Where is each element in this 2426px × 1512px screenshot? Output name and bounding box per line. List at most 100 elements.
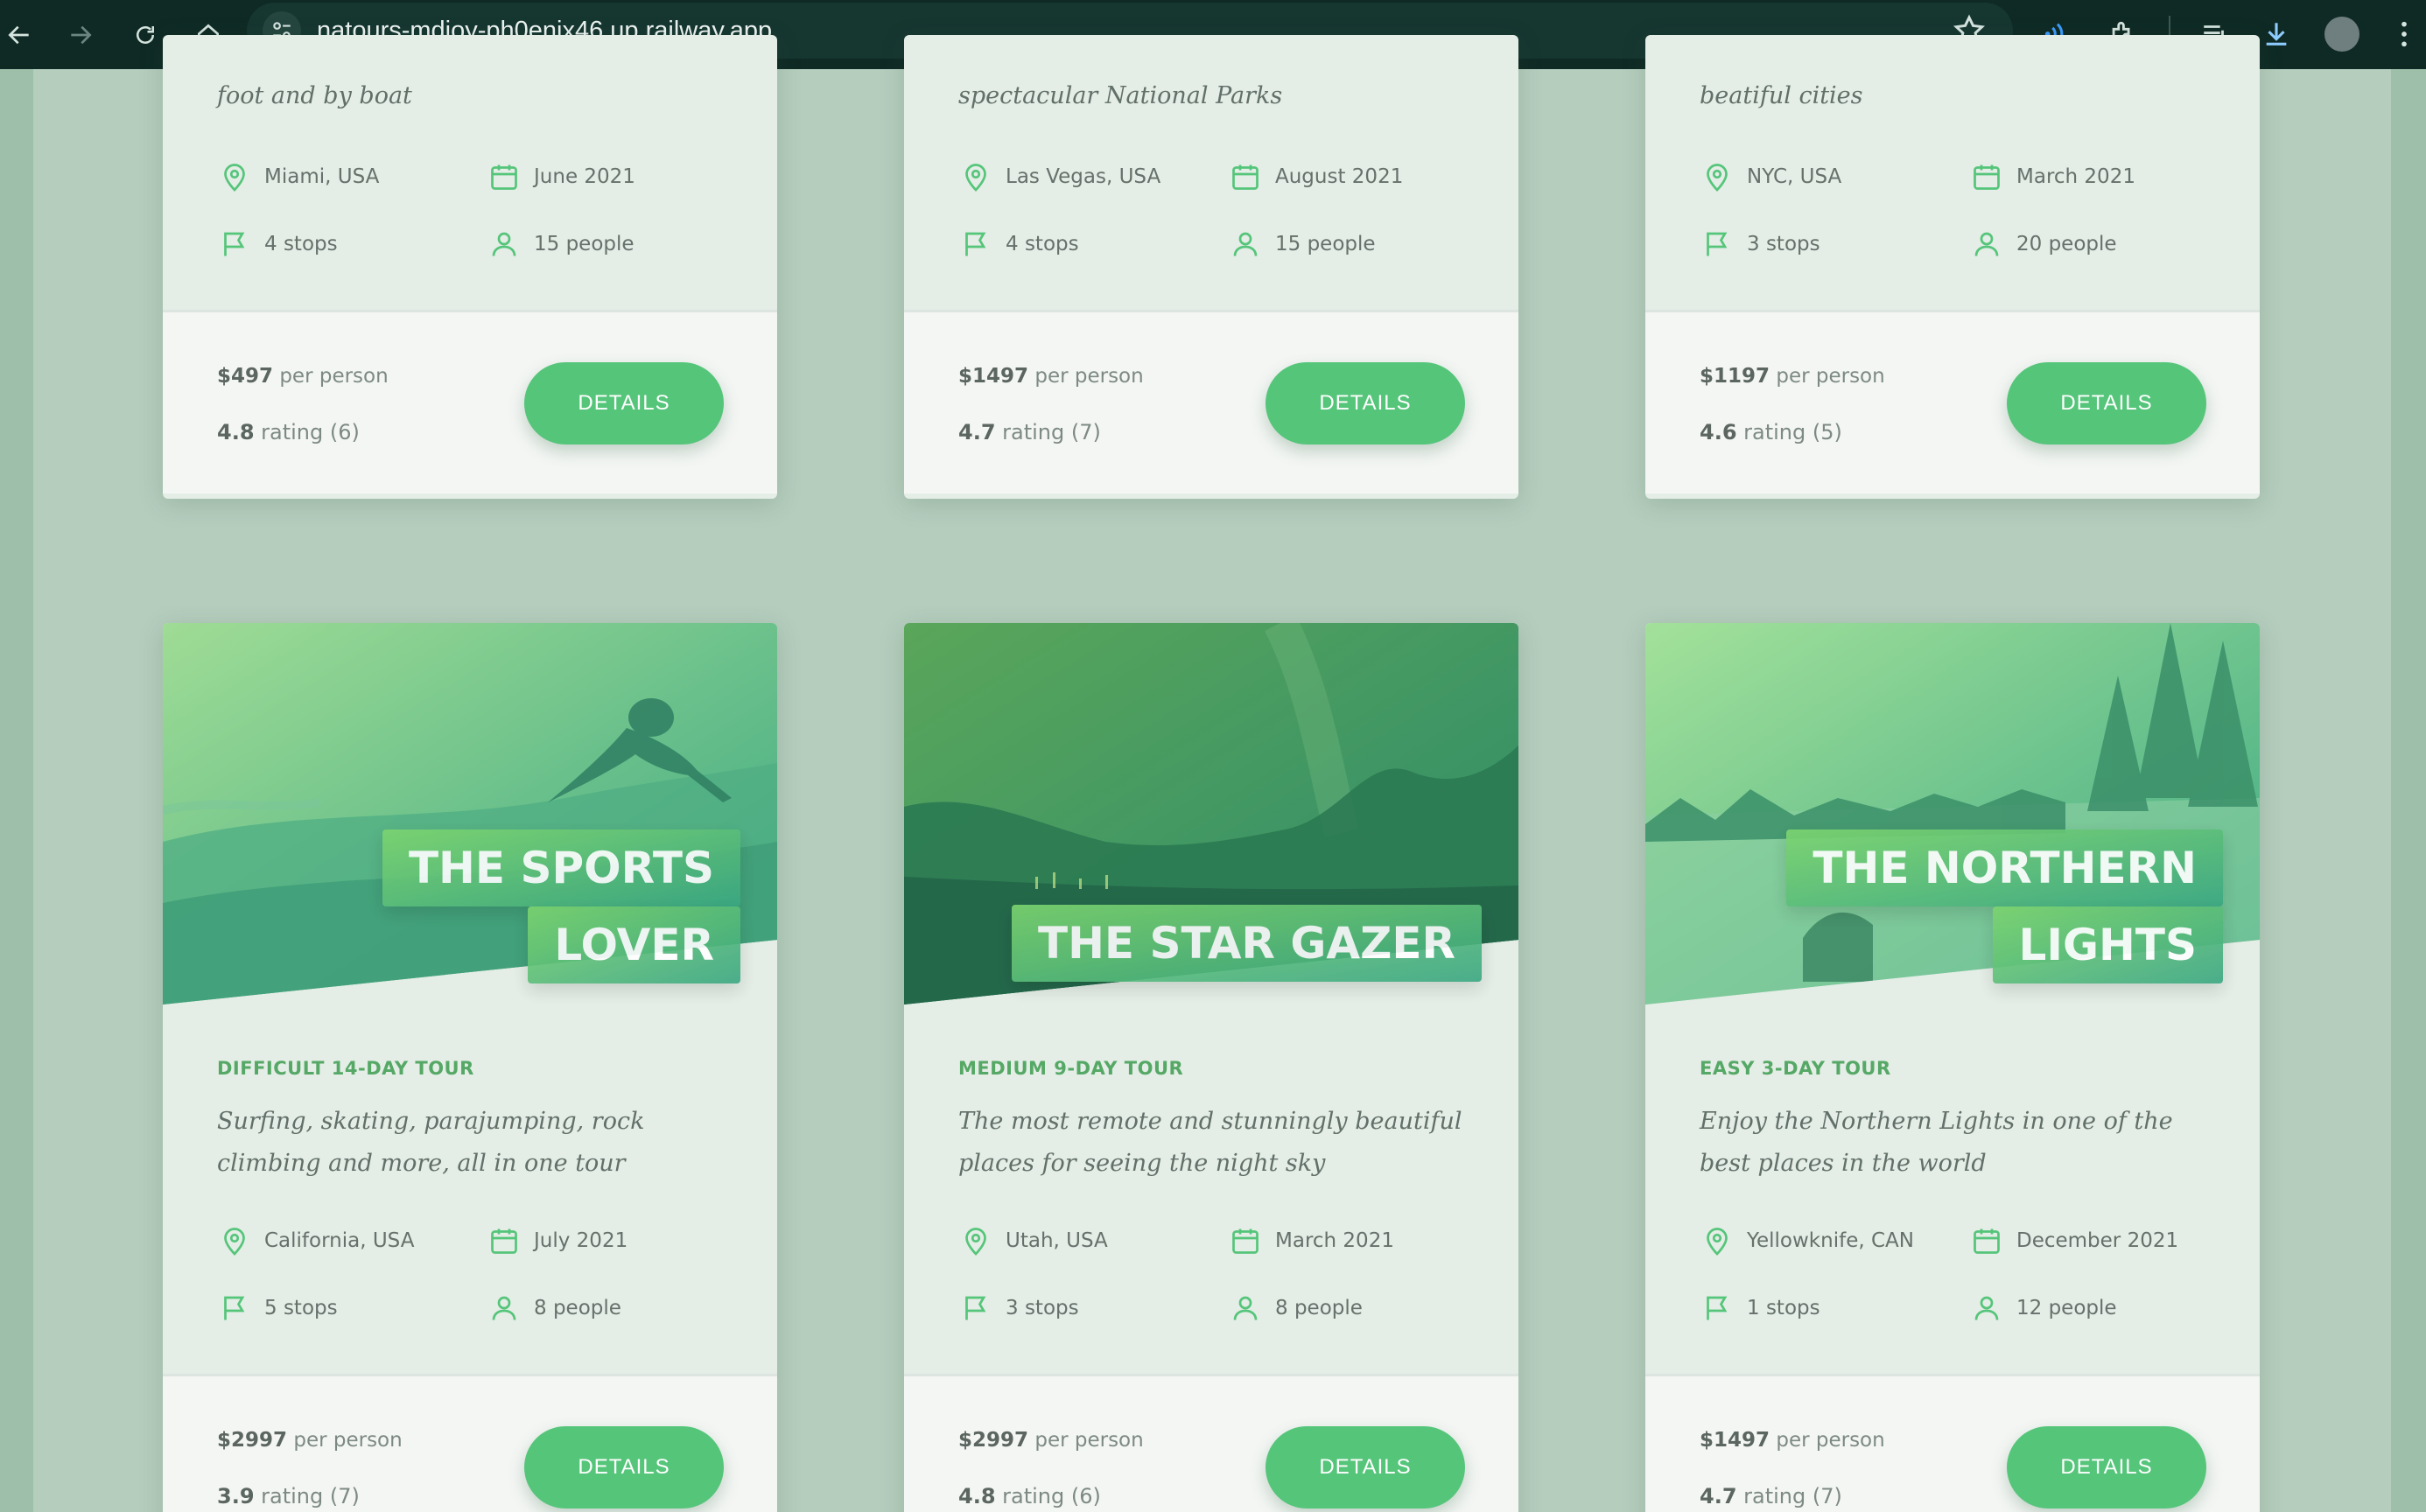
tour-date-text: December 2021 bbox=[2016, 1229, 2179, 1252]
tour-location-text: Utah, USA bbox=[1006, 1229, 1108, 1252]
rating-count: rating (7) bbox=[261, 1484, 360, 1508]
tour-location-text: NYC, USA bbox=[1747, 165, 1842, 188]
tour-rating: 4.8 rating (6) bbox=[958, 1484, 1101, 1508]
tour-title-line1: THE STAR GAZER bbox=[1011, 905, 1482, 982]
tour-date: August 2021 bbox=[1228, 159, 1403, 194]
price-unit: per person bbox=[1776, 1429, 1885, 1452]
tour-people-text: 15 people bbox=[1275, 233, 1376, 256]
tour-location: California, USA bbox=[217, 1223, 414, 1258]
tour-stops: 3 stops bbox=[958, 1291, 1079, 1326]
rating-count: rating (5) bbox=[1743, 420, 1842, 444]
page-edge-left bbox=[0, 69, 33, 1512]
map-pin-icon bbox=[217, 159, 252, 194]
tour-location-text: Yellowknife, CAN bbox=[1747, 1229, 1914, 1252]
tour-title-line1: THE NORTHERN bbox=[1786, 830, 2223, 906]
tour-location-text: Miami, USA bbox=[264, 165, 380, 188]
rating-count: rating (6) bbox=[1002, 1484, 1101, 1508]
card-footer: $1497 per person 4.7 rating (7) DETAILS bbox=[1645, 1374, 2260, 1512]
price-unit: per person bbox=[279, 365, 389, 388]
map-pin-icon bbox=[958, 1223, 993, 1258]
tour-stops: 3 stops bbox=[1700, 227, 1820, 262]
user-icon bbox=[1969, 227, 2004, 262]
tour-location: NYC, USA bbox=[1700, 159, 1841, 194]
details-button[interactable]: DETAILS bbox=[1266, 1426, 1465, 1508]
tour-card: THE STAR GAZER MEDIUM 9-DAY TOUR The mos… bbox=[904, 623, 1518, 1512]
flag-icon bbox=[1700, 1291, 1735, 1326]
tour-stops-text: 1 stops bbox=[1747, 1297, 1820, 1320]
card-footer: $2997 per person 3.9 rating (7) DETAILS bbox=[163, 1374, 777, 1512]
price-value: $1197 bbox=[1700, 365, 1770, 388]
tour-summary: Enjoy the Northern Lights in one of the … bbox=[1700, 1108, 2173, 1177]
tour-date-text: July 2021 bbox=[534, 1229, 628, 1252]
user-icon bbox=[1228, 1291, 1263, 1326]
back-icon[interactable] bbox=[0, 10, 44, 60]
tour-date-text: June 2021 bbox=[534, 165, 635, 188]
calendar-icon bbox=[1969, 159, 2004, 194]
tour-title-line2: LOVER bbox=[528, 906, 740, 984]
tour-location: Las Vegas, USA bbox=[958, 159, 1160, 194]
calendar-icon bbox=[487, 1223, 522, 1258]
tour-people-text: 8 people bbox=[1275, 1297, 1363, 1320]
calendar-icon bbox=[1228, 1223, 1263, 1258]
tour-people-text: 12 people bbox=[2016, 1297, 2117, 1320]
tour-location: Miami, USA bbox=[217, 159, 379, 194]
map-pin-icon bbox=[958, 159, 993, 194]
tour-rating: 4.8 rating (6) bbox=[217, 420, 360, 444]
tour-price: $2997 per person bbox=[958, 1429, 1144, 1452]
tour-location: Utah, USA bbox=[958, 1223, 1108, 1258]
user-icon bbox=[1228, 227, 1263, 262]
rating-count: rating (7) bbox=[1002, 420, 1101, 444]
tour-stops-text: 4 stops bbox=[264, 233, 338, 256]
profile-avatar[interactable] bbox=[2324, 17, 2359, 52]
tour-price: $1497 per person bbox=[1700, 1429, 1885, 1452]
tour-title: THE STAR GAZER bbox=[1011, 905, 1482, 982]
tour-rating: 4.7 rating (7) bbox=[1700, 1484, 1842, 1508]
forward-icon[interactable] bbox=[56, 10, 105, 60]
price-unit: per person bbox=[1776, 365, 1885, 388]
tour-stops: 4 stops bbox=[217, 227, 338, 262]
tour-title: THE SPORTS LOVER bbox=[382, 830, 740, 984]
tour-difficulty: DIFFICULT 14-DAY TOUR bbox=[217, 1058, 474, 1079]
tour-people: 20 people bbox=[1969, 227, 2117, 262]
flag-icon bbox=[217, 227, 252, 262]
rating-value: 4.6 bbox=[1700, 420, 1737, 444]
tour-card: beatiful cities NYC, USA March 2021 3 st… bbox=[1645, 35, 2260, 499]
details-button[interactable]: DETAILS bbox=[2007, 362, 2206, 444]
calendar-icon bbox=[1969, 1223, 2004, 1258]
tour-people-text: 20 people bbox=[2016, 233, 2117, 256]
tour-stops-text: 5 stops bbox=[264, 1297, 338, 1320]
details-button[interactable]: DETAILS bbox=[524, 362, 724, 444]
price-value: $2997 bbox=[217, 1429, 288, 1452]
details-button[interactable]: DETAILS bbox=[524, 1426, 724, 1508]
tour-summary: Surfing, skating, parajumping, rock clim… bbox=[217, 1108, 645, 1177]
card-footer: $497 per person 4.8 rating (6) DETAILS bbox=[163, 310, 777, 494]
map-pin-icon bbox=[1700, 159, 1735, 194]
download-icon[interactable] bbox=[2254, 12, 2298, 56]
tour-location-text: Las Vegas, USA bbox=[1006, 165, 1161, 188]
calendar-icon bbox=[487, 159, 522, 194]
rating-value: 4.7 bbox=[1700, 1484, 1737, 1508]
tour-stops: 1 stops bbox=[1700, 1291, 1820, 1326]
tour-people-text: 15 people bbox=[534, 233, 635, 256]
tour-stops-text: 4 stops bbox=[1006, 233, 1079, 256]
user-icon bbox=[487, 227, 522, 262]
map-pin-icon bbox=[217, 1223, 252, 1258]
menu-kebab-icon[interactable] bbox=[2382, 12, 2426, 56]
tour-date: June 2021 bbox=[487, 159, 635, 194]
details-button[interactable]: DETAILS bbox=[1266, 362, 1465, 444]
price-unit: per person bbox=[1034, 365, 1144, 388]
page-edge-right bbox=[2391, 69, 2426, 1512]
tour-stops-text: 3 stops bbox=[1006, 1297, 1079, 1320]
price-unit: per person bbox=[1034, 1429, 1144, 1452]
user-icon bbox=[1969, 1291, 2004, 1326]
flag-icon bbox=[1700, 227, 1735, 262]
tour-rating: 4.6 rating (5) bbox=[1700, 420, 1842, 444]
tour-price: $1497 per person bbox=[958, 365, 1144, 388]
map-pin-icon bbox=[1700, 1223, 1735, 1258]
card-footer: $1497 per person 4.7 rating (7) DETAILS bbox=[904, 310, 1518, 494]
tour-summary: foot and by boat bbox=[217, 82, 412, 109]
tour-people-text: 8 people bbox=[534, 1297, 621, 1320]
details-button[interactable]: DETAILS bbox=[2007, 1426, 2206, 1508]
rating-value: 4.8 bbox=[217, 420, 255, 444]
tour-card: THE NORTHERN LIGHTS EASY 3-DAY TOUR Enjo… bbox=[1645, 623, 2260, 1512]
